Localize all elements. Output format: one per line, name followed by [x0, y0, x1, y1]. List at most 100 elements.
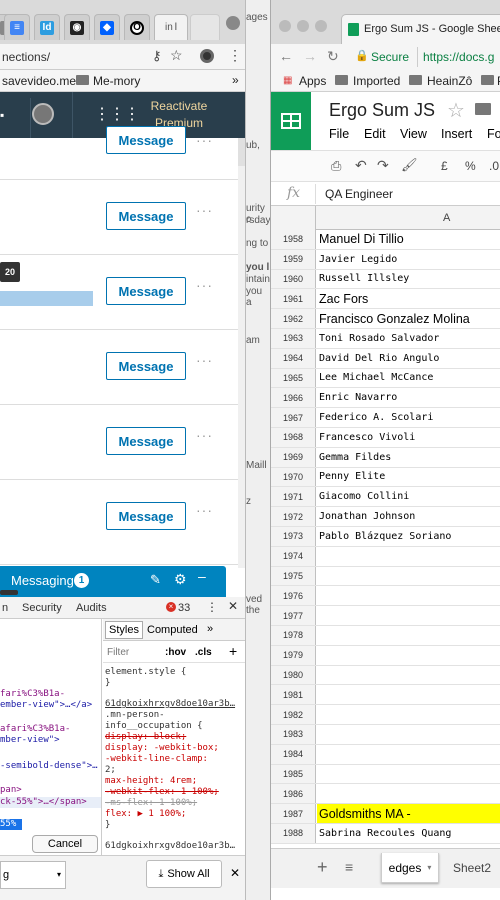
- minimize-icon[interactable]: ‒: [198, 568, 206, 584]
- style-source-link[interactable]: 61dgkoixhrxgv8doe10ar3b…: [105, 841, 235, 852]
- address-bar[interactable]: ← → ↻ 🔒 Secure https://docs.g: [271, 44, 500, 70]
- breadcrumb-selected[interactable]: 55%: [0, 819, 22, 830]
- sheet-row[interactable]: 1988 Sabrina Recoules Quang: [271, 824, 500, 844]
- browser-tab[interactable]: ≡: [4, 14, 30, 40]
- menu-format[interactable]: Fo: [487, 127, 500, 141]
- sheet-grid[interactable]: 1958 Manuel Di Tillio 1959 Javier Legido 196…: [271, 230, 500, 848]
- cell-a[interactable]: Giacomo Collini: [317, 487, 500, 506]
- cell-a[interactable]: [317, 685, 500, 704]
- cell-a[interactable]: Pablo Blázquez Soriano: [317, 527, 500, 546]
- sheet-row[interactable]: 1967 Federico A. Scolari: [271, 408, 500, 428]
- cell-a[interactable]: [317, 567, 500, 586]
- sheet-row[interactable]: 1970 Penny Elite: [271, 467, 500, 488]
- print-icon[interactable]: ⎙: [331, 158, 341, 174]
- scrollbar-thumb[interactable]: [238, 138, 245, 166]
- cell-a[interactable]: Javier Legido: [317, 250, 500, 269]
- column-header-a[interactable]: A: [443, 212, 450, 224]
- sheet-row[interactable]: 1987 Goldsmiths MA -: [271, 804, 500, 824]
- row-number[interactable]: 1969: [271, 447, 316, 467]
- apps-grid-icon[interactable]: ⋮⋮⋮: [94, 104, 140, 124]
- cell-a[interactable]: [317, 745, 500, 764]
- forward-icon[interactable]: →: [303, 48, 317, 64]
- window-button[interactable]: [297, 20, 309, 32]
- elements-tree[interactable]: fari%C3%B1a- ember-view">…</a> afari%C3%…: [0, 619, 102, 855]
- sheet-row[interactable]: 1978: [271, 626, 500, 646]
- drag-handle[interactable]: [0, 590, 18, 595]
- cell-a[interactable]: Goldsmiths MA -: [317, 804, 500, 823]
- row-number[interactable]: 1961: [271, 289, 316, 309]
- row-number[interactable]: 1983: [271, 725, 316, 744]
- dom-line[interactable]: -semibold-dense">…: [0, 761, 98, 772]
- row-number[interactable]: 1988: [271, 824, 316, 843]
- row-number[interactable]: 1986: [271, 784, 316, 804]
- styles-tab[interactable]: Styles: [105, 621, 143, 639]
- cell-a[interactable]: Penny Elite: [317, 468, 500, 487]
- browser-tab[interactable]: O: [124, 14, 150, 40]
- style-line[interactable]: -webkit-line-clamp:: [105, 754, 208, 765]
- style-line[interactable]: max-height: 4rem;: [105, 776, 197, 787]
- cell-a[interactable]: [317, 666, 500, 685]
- sheet-row[interactable]: 1980: [271, 665, 500, 686]
- style-line[interactable]: -ms-flex: 1 100%;: [105, 798, 197, 809]
- row-number[interactable]: 1958: [271, 230, 316, 249]
- select-all-corner[interactable]: [271, 206, 316, 230]
- cell-a[interactable]: Federico A. Scolari: [317, 408, 500, 427]
- sheet-row[interactable]: 1977: [271, 606, 500, 626]
- window-button[interactable]: [279, 20, 291, 32]
- menu-insert[interactable]: Insert: [441, 127, 472, 141]
- sheet-row[interactable]: 1982: [271, 705, 500, 725]
- cell-a[interactable]: [317, 705, 500, 724]
- row-number[interactable]: 1987: [271, 804, 316, 823]
- row-number[interactable]: 1985: [271, 764, 316, 784]
- devtools-close-icon[interactable]: ✕: [228, 599, 238, 613]
- cancel-button[interactable]: Cancel: [32, 835, 98, 853]
- message-button[interactable]: Message: [106, 427, 186, 455]
- active-tab[interactable]: in l: [154, 14, 188, 40]
- more-options-icon[interactable]: ···: [196, 502, 213, 518]
- profile-icon[interactable]: [226, 16, 240, 30]
- devtools-menu-icon[interactable]: ⋮: [206, 600, 218, 614]
- cell-a[interactable]: [317, 725, 500, 744]
- dom-line[interactable]: ember-view">…</a>: [0, 700, 92, 711]
- menu-file[interactable]: File: [329, 127, 349, 141]
- sheet-row[interactable]: 1960 Russell Illsley: [271, 269, 500, 290]
- message-button[interactable]: Message: [106, 202, 186, 230]
- paint-format-icon[interactable]: 🖌: [401, 157, 418, 173]
- style-line[interactable]: display: block;: [105, 732, 186, 743]
- bookmark-apps[interactable]: Apps: [299, 74, 326, 88]
- row-number[interactable]: 1960: [271, 269, 316, 289]
- cell-a[interactable]: [317, 646, 500, 665]
- sheet-row[interactable]: 1961 Zac Fors: [271, 289, 500, 310]
- percent-button[interactable]: %: [465, 159, 476, 173]
- message-button[interactable]: Message: [106, 352, 186, 380]
- row-number[interactable]: 1963: [271, 329, 316, 348]
- extension-icon[interactable]: [200, 49, 214, 63]
- cell-a[interactable]: Enric Navarro: [317, 388, 500, 407]
- cell-a[interactable]: [317, 547, 500, 566]
- star-icon[interactable]: ☆: [170, 47, 183, 64]
- sheet-row[interactable]: 1958 Manuel Di Tillio: [271, 230, 500, 250]
- dom-line[interactable]: mber-view">: [0, 735, 60, 746]
- menu-view[interactable]: View: [400, 127, 427, 141]
- sheet-row[interactable]: 1971 Giacomo Collini: [271, 487, 500, 508]
- bookmarks-more[interactable]: »: [232, 73, 239, 87]
- currency-button[interactable]: £: [441, 159, 448, 173]
- devtools-tab-security[interactable]: Security: [22, 602, 62, 614]
- row-number[interactable]: 1977: [271, 606, 316, 625]
- sheet-row[interactable]: 1975: [271, 566, 500, 587]
- decimal-button[interactable]: .0: [489, 159, 499, 173]
- key-icon[interactable]: ⚷: [152, 48, 162, 64]
- row-number[interactable]: 1970: [271, 467, 316, 487]
- bookmark-folder[interactable]: Imported: [353, 74, 400, 88]
- row-number[interactable]: 1978: [271, 626, 316, 645]
- row-number[interactable]: 1967: [271, 408, 316, 427]
- dom-line-selected[interactable]: ck-55%">…</span>: [0, 797, 101, 808]
- sheet-row[interactable]: 1986: [271, 784, 500, 805]
- cell-a[interactable]: David Del Rio Angulo: [317, 349, 500, 368]
- message-button[interactable]: Message: [106, 126, 186, 154]
- nav-icon[interactable]: ▪: [0, 108, 4, 122]
- sheet-row[interactable]: 1976: [271, 586, 500, 607]
- redo-icon[interactable]: ↷: [377, 157, 389, 174]
- row-number[interactable]: 1972: [271, 507, 316, 526]
- add-rule-icon[interactable]: +: [229, 643, 237, 659]
